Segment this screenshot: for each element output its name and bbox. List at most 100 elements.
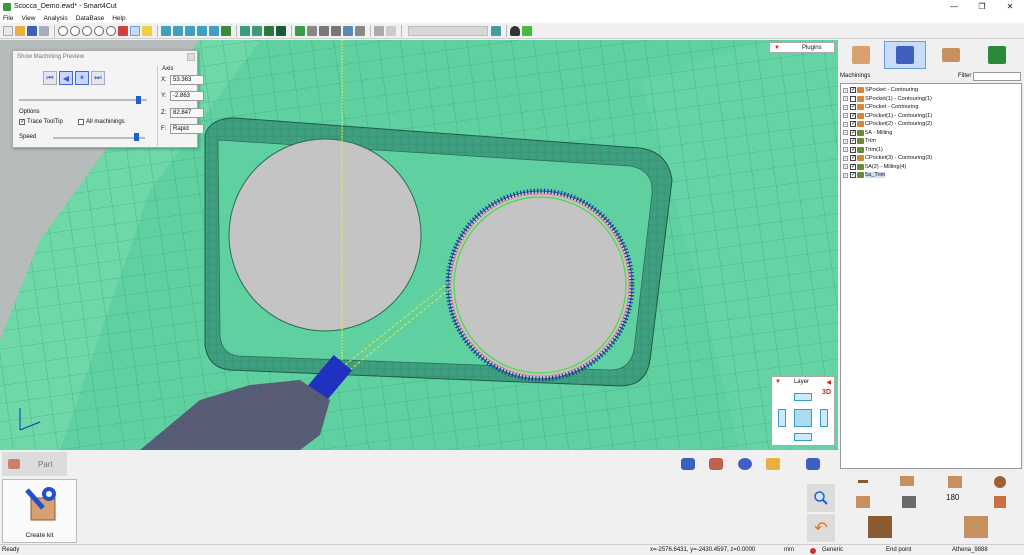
refresh-icon[interactable] (491, 25, 501, 36)
machining-tree-item[interactable]: + ✓ CPocket(2) - Contouring(2) (841, 120, 1021, 129)
tab-machining[interactable] (884, 41, 926, 69)
view-top-icon[interactable] (173, 25, 183, 36)
machine-tool-icon[interactable] (681, 458, 695, 470)
machining-tree-item[interactable]: + SPocket(1) - Contouring(1) (841, 95, 1021, 104)
expand-icon[interactable]: + (843, 104, 848, 110)
pause-icon[interactable]: ⏸ (75, 71, 89, 85)
preview-close-button[interactable] (187, 53, 195, 61)
wireframe-icon[interactable] (252, 25, 262, 36)
machining-tree-item[interactable]: + ✓ CPocket(1) - Contouring(1) (841, 112, 1021, 121)
menu-help[interactable]: Help (112, 15, 125, 22)
zoom-extents-icon[interactable] (118, 25, 128, 36)
view-bottom-icon[interactable] (221, 25, 231, 36)
expand-icon[interactable]: + (843, 121, 848, 127)
machining-tree-item[interactable]: + ✓ CPocket - Contouring (841, 103, 1021, 112)
skip-end-icon[interactable]: ⏭ (91, 71, 105, 85)
layer-left-box[interactable] (778, 409, 786, 427)
user-icon[interactable] (510, 25, 520, 36)
machining-tree-item[interactable]: + ✓ Trim(1) (841, 146, 1021, 155)
tab-stock[interactable] (930, 41, 972, 69)
shading-icon[interactable] (240, 25, 250, 36)
spindle-icon[interactable] (738, 458, 752, 470)
delete-part-icon[interactable] (948, 476, 962, 488)
layer-center-box[interactable] (794, 409, 812, 427)
checkbox-icon[interactable] (78, 119, 84, 125)
machining-checkbox[interactable]: ✓ (850, 104, 856, 111)
redo-icon[interactable] (386, 25, 396, 36)
dropdown-arrow-icon[interactable]: ▼ (775, 379, 781, 385)
assembly-icon[interactable] (856, 496, 870, 508)
view-left-icon[interactable] (197, 25, 207, 36)
shield-icon[interactable] (264, 25, 274, 36)
new-file-icon[interactable] (3, 25, 13, 36)
flip-icon[interactable] (994, 496, 1006, 508)
expand-icon[interactable]: + (843, 164, 848, 170)
tool-icon[interactable] (319, 25, 329, 36)
expand-icon[interactable]: + (843, 130, 848, 136)
layer-bottom-box[interactable] (794, 433, 812, 441)
save-icon[interactable] (27, 25, 37, 36)
expand-icon[interactable]: + (843, 87, 848, 93)
zoom-icon[interactable] (58, 25, 68, 36)
machining-tree-item[interactable]: + ✓ Trim (841, 137, 1021, 146)
undo-button[interactable]: ↶ (807, 514, 835, 542)
view-right-icon[interactable] (209, 25, 219, 36)
block-icon[interactable] (900, 476, 914, 486)
expand-icon[interactable]: + (843, 113, 848, 119)
progress-track[interactable] (19, 99, 147, 101)
plugins-dropdown[interactable]: ▼ Plugins (769, 42, 835, 53)
part-tab[interactable]: Part (2, 452, 67, 476)
progress-thumb[interactable] (136, 96, 142, 104)
machining-tree-item[interactable]: + ✓ SPocket - Contouring (841, 86, 1021, 95)
filter-input[interactable] (973, 72, 1021, 81)
robot-icon[interactable] (806, 458, 820, 470)
rotate-180-label[interactable]: 180 (946, 493, 959, 502)
shield-dark-icon[interactable] (276, 25, 286, 36)
rotate-icon[interactable] (994, 476, 1006, 488)
close-button[interactable]: ✕ (996, 0, 1024, 13)
machine-icon[interactable] (307, 25, 317, 36)
measure-icon[interactable] (130, 25, 140, 36)
machining-checkbox[interactable]: ✓ (850, 87, 856, 94)
expand-icon[interactable]: + (843, 147, 848, 153)
l-profile-icon[interactable] (868, 516, 892, 538)
toolbar-combo-field[interactable] (408, 25, 488, 36)
play-back-icon[interactable]: ◀ (59, 71, 73, 85)
connection-status-icon[interactable] (522, 25, 532, 36)
machining-checkbox[interactable]: ✓ (850, 121, 856, 128)
machining-checkbox[interactable]: ✓ (850, 129, 856, 136)
maximize-button[interactable]: ❐ (968, 0, 996, 13)
undo-icon[interactable] (374, 25, 384, 36)
checkbox-icon[interactable]: ✓ (19, 119, 25, 125)
zoom-button[interactable] (807, 484, 835, 512)
expand-icon[interactable]: + (843, 172, 848, 178)
layer-top-box[interactable] (794, 393, 812, 401)
simulate-icon[interactable] (343, 25, 353, 36)
report-icon[interactable] (355, 25, 365, 36)
menu-analysis[interactable]: Analysis (43, 15, 67, 22)
layer-3d-toggle[interactable]: 3D (822, 389, 831, 396)
line-tool-icon[interactable] (858, 480, 868, 483)
zoom-window-icon[interactable] (94, 25, 104, 36)
layer-right-box[interactable] (820, 409, 828, 427)
machining-checkbox[interactable]: ✓ (850, 146, 856, 153)
machining-tree-item[interactable]: + ✓ 5A(2) - Milling(4) (841, 163, 1021, 172)
menu-database[interactable]: DataBase (76, 15, 105, 22)
machining-checkbox[interactable] (850, 95, 856, 102)
speed-thumb[interactable] (133, 133, 139, 141)
view-iso-icon[interactable] (161, 25, 171, 36)
speed-track[interactable] (53, 137, 145, 139)
zoom-all-icon[interactable] (106, 25, 116, 36)
open-folder-icon[interactable] (15, 25, 25, 36)
tab-export[interactable] (976, 41, 1018, 69)
create-kit-button[interactable]: Create kit (2, 479, 77, 543)
machining-checkbox[interactable]: ✓ (850, 138, 856, 145)
settings-part-icon[interactable] (902, 496, 916, 508)
expand-icon[interactable]: + (843, 155, 848, 161)
speaker-icon[interactable]: ◀ (826, 379, 831, 386)
machining-checkbox[interactable]: ✓ (850, 155, 856, 162)
transfer-icon[interactable] (766, 458, 780, 470)
minimize-button[interactable]: — (940, 0, 968, 13)
skip-start-icon[interactable]: ⏮ (43, 71, 57, 85)
lightbulb-icon[interactable] (142, 25, 152, 36)
